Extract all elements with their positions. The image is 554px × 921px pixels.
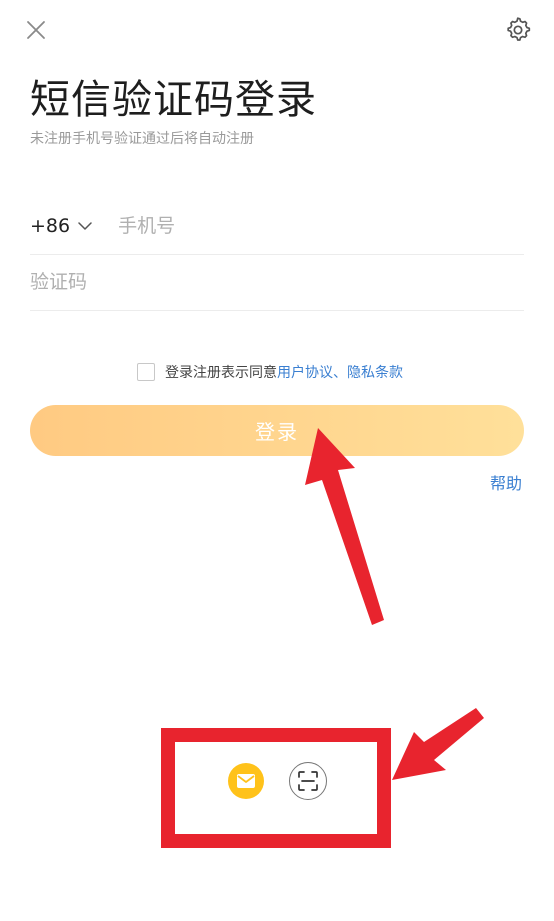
verification-code-input[interactable] [30,271,510,293]
close-icon [27,21,45,39]
agreement-row: 登录注册表示同意 用户协议 、 隐私条款 [137,362,403,382]
agreement-checkbox[interactable] [137,363,155,381]
page-title: 短信验证码登录 [30,77,317,123]
agreement-text: 登录注册表示同意 [165,365,277,381]
help-link[interactable]: 帮助 [490,470,522,494]
settings-button[interactable] [502,14,534,46]
privacy-policy-link[interactable]: 隐私条款 [347,362,403,382]
email-login-button[interactable] [228,763,264,799]
scan-login-button[interactable] [289,762,327,800]
scan-icon [298,771,318,791]
phone-row: +86 [30,198,524,255]
close-button[interactable] [22,16,50,44]
annotation-arrow-left [392,708,484,780]
phone-input[interactable] [116,214,481,238]
login-button[interactable]: 登录 [30,405,524,456]
page-subtitle: 未注册手机号验证通过后将自动注册 [30,131,254,147]
code-row [30,254,524,311]
chevron-down-icon [78,222,92,230]
country-code-label: +86 [30,215,71,237]
country-code-selector[interactable]: +86 [30,215,92,237]
gear-icon [507,17,531,41]
agreement-separator: 、 [333,365,347,381]
annotation-box [161,728,391,848]
mail-icon [237,774,255,788]
user-agreement-link[interactable]: 用户协议 [277,362,333,382]
annotation-arrow-up [305,428,384,625]
